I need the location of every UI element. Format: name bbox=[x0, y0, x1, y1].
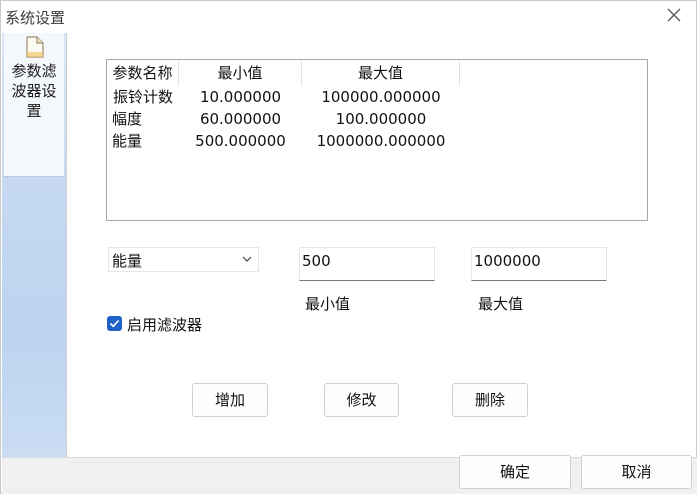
cell-max: 100.000000 bbox=[335, 110, 427, 128]
max-value-label: 最大值 bbox=[478, 295, 524, 313]
cell-name: 能量 bbox=[111, 132, 142, 150]
column-header-min[interactable]: 最小值 bbox=[179, 60, 302, 86]
title-bar: 系统设置 bbox=[1, 1, 696, 33]
cell-min: 10.000000 bbox=[199, 88, 282, 106]
add-button[interactable]: 增加 bbox=[192, 383, 268, 417]
sidebar-item-filter-settings[interactable]: 参数滤波器设置 bbox=[4, 33, 64, 177]
parameter-select[interactable]: 能量 bbox=[108, 247, 259, 272]
sidebar: 参数滤波器设置 bbox=[2, 33, 66, 457]
checkmark-icon bbox=[109, 319, 120, 328]
window-title: 系统设置 bbox=[5, 9, 66, 27]
enable-filter-label: 启用滤波器 bbox=[127, 316, 203, 334]
min-value-field[interactable] bbox=[302, 251, 430, 271]
ok-button[interactable]: 确定 bbox=[459, 455, 571, 489]
max-value-field[interactable] bbox=[474, 251, 602, 271]
cell-max: 100000.000000 bbox=[321, 88, 441, 106]
cell-min: 60.000000 bbox=[199, 110, 282, 128]
cancel-button[interactable]: 取消 bbox=[581, 455, 692, 489]
close-icon bbox=[667, 8, 681, 22]
table-row[interactable]: 振铃计数 10.000000 100000.000000 bbox=[107, 86, 647, 108]
chevron-down-icon bbox=[242, 256, 252, 262]
parameter-select-value: 能量 bbox=[112, 252, 143, 270]
document-icon bbox=[26, 36, 44, 58]
cell-name: 振铃计数 bbox=[112, 88, 173, 106]
column-header-max[interactable]: 最大值 bbox=[302, 60, 460, 86]
column-header-name[interactable]: 参数名称 bbox=[107, 60, 179, 86]
cell-max: 1000000.000000 bbox=[316, 132, 446, 150]
parameter-table[interactable]: 参数名称 最小值 最大值 振铃计数 10.000000 100000.00000… bbox=[106, 59, 648, 221]
checkbox-box[interactable] bbox=[107, 316, 122, 331]
table-header: 参数名称 最小值 最大值 bbox=[107, 60, 647, 86]
sidebar-item-label: 参数滤波器设置 bbox=[11, 62, 57, 120]
modify-button[interactable]: 修改 bbox=[324, 383, 399, 417]
close-button[interactable] bbox=[660, 5, 688, 29]
min-value-label: 最小值 bbox=[305, 295, 351, 313]
table-row[interactable]: 幅度 60.000000 100.000000 bbox=[107, 108, 647, 130]
table-row[interactable]: 能量 500.000000 1000000.000000 bbox=[107, 130, 647, 152]
panel-divider bbox=[66, 33, 67, 457]
settings-dialog: 系统设置 参数滤波器设置 参数名称 最小值 最大值 振铃计数 10.000000 bbox=[0, 0, 697, 494]
min-value-field-box bbox=[299, 247, 435, 281]
cell-min: 500.000000 bbox=[195, 132, 286, 150]
cell-name: 幅度 bbox=[111, 110, 142, 128]
delete-button[interactable]: 删除 bbox=[452, 383, 528, 417]
max-value-field-box bbox=[471, 247, 607, 281]
